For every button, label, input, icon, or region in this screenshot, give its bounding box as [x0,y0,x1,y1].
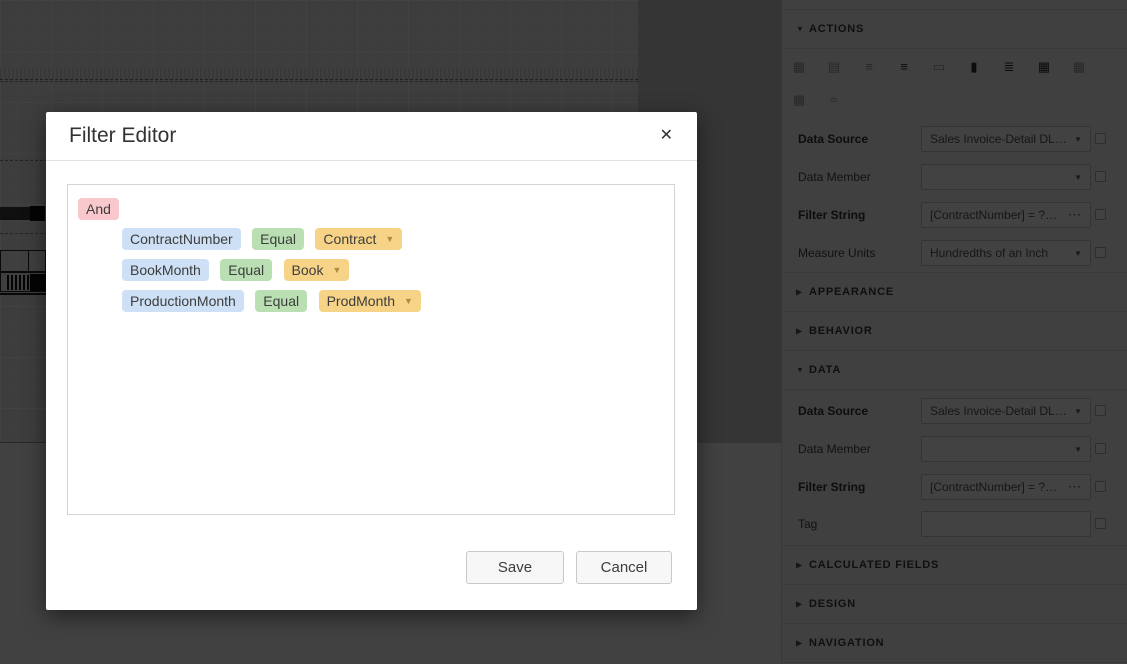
report-designer-screen: ▼ ACTIONS ▦ ▤ ≡ ≡ ▭ ▮ ≣ ▦ ▦ ▦ ≈ Data Sou… [0,0,1127,664]
filter-operator-badge[interactable]: Equal [255,290,308,312]
filter-value-text: ProdMonth [326,293,396,309]
filter-value-text: Book [291,262,324,278]
filter-field-badge[interactable]: BookMonth [122,259,209,281]
filter-value-badge[interactable]: Contract ▼ [315,228,403,250]
dialog-title: Filter Editor [69,124,177,147]
filter-condition-row: ProductionMonth Equal ProdMonth ▼ [122,290,421,312]
filter-condition-row: ContractNumber Equal Contract ▼ [122,228,403,250]
dialog-header: Filter Editor ✕ [46,112,697,161]
filter-conditions-area: And ContractNumber Equal Contract ▼ Book… [67,184,675,515]
filter-condition-row: BookMonth Equal Book ▼ [122,259,350,281]
filter-value-badge[interactable]: Book ▼ [283,259,350,281]
group-operator-badge[interactable]: And [78,198,119,220]
filter-operator-badge[interactable]: Equal [220,259,273,281]
cancel-button[interactable]: Cancel [576,551,672,584]
chevron-down-icon: ▼ [332,265,342,275]
chevron-down-icon: ▼ [404,296,413,306]
filter-field-badge[interactable]: ContractNumber [122,228,241,250]
filter-editor-dialog: Filter Editor ✕ And ContractNumber Equal… [46,112,697,610]
filter-value-badge[interactable]: ProdMonth ▼ [318,290,421,312]
filter-operator-badge[interactable]: Equal [252,228,304,250]
chevron-down-icon: ▼ [385,234,395,244]
filter-field-badge[interactable]: ProductionMonth [122,290,244,312]
filter-value-text: Contract [323,231,377,247]
close-icon[interactable]: ✕ [656,124,677,148]
save-button[interactable]: Save [466,551,564,584]
